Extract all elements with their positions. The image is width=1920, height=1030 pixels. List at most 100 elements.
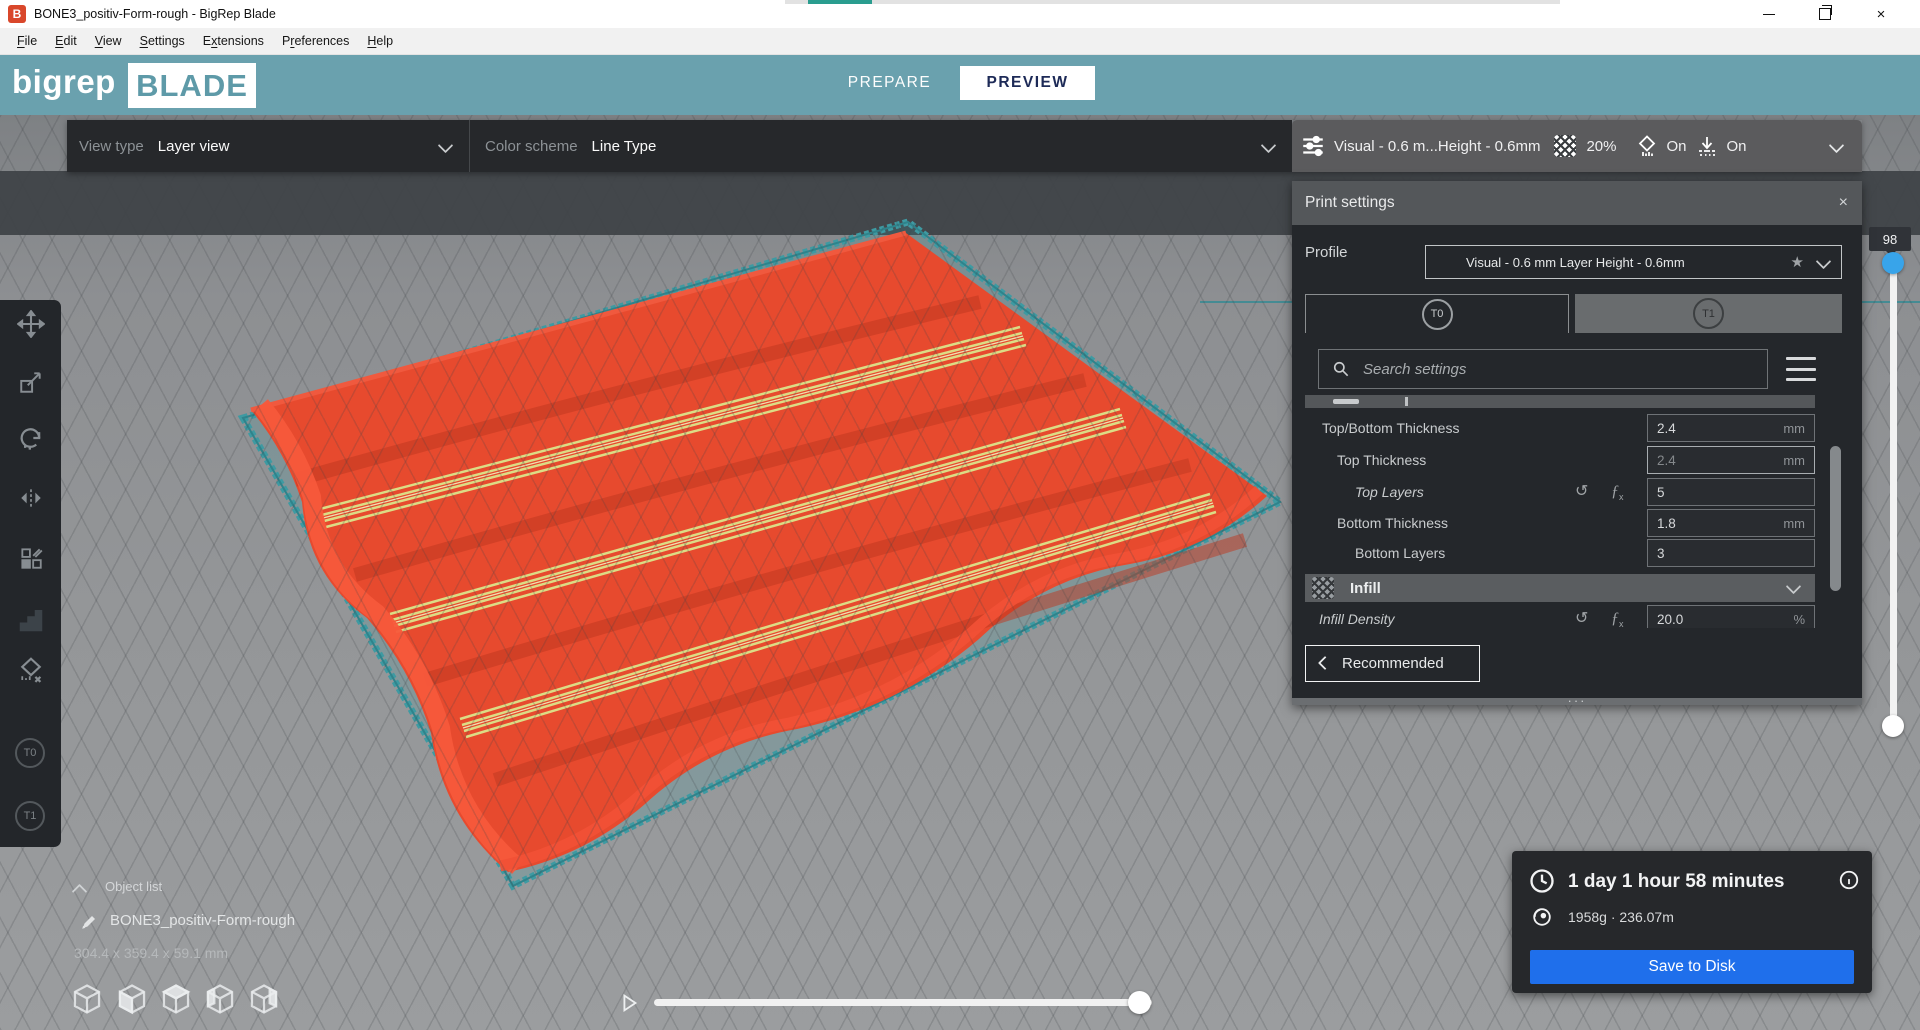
panel-resize-handle[interactable]: ··· [1292, 698, 1862, 705]
menu-preferences[interactable]: Preferences [273, 28, 358, 55]
settings-scrollbar[interactable] [1830, 446, 1841, 591]
function-icon[interactable]: ƒx [1611, 604, 1624, 628]
close-button[interactable]: × [1858, 0, 1904, 28]
layer-slider-bottom-handle[interactable] [1882, 715, 1904, 737]
save-to-disk-button[interactable]: Save to Disk [1530, 950, 1854, 984]
print-time-estimate: 1 day 1 hour 58 minutes [1568, 871, 1784, 893]
setting-value-field[interactable]: 3 [1647, 539, 1815, 567]
layer-slider-top-handle[interactable] [1882, 252, 1904, 274]
setting-value-field[interactable]: 1.8 mm [1647, 509, 1815, 537]
chevron-down-icon [440, 138, 451, 155]
model-ridge-shading [295, 302, 1245, 780]
restore-button[interactable] [1802, 0, 1848, 28]
sliced-model-preview[interactable] [205, 210, 1305, 910]
setting-unit: mm [1783, 453, 1805, 468]
setting-label: Bottom Layers [1355, 538, 1445, 568]
app-icon: B [8, 5, 26, 23]
mirror-tool-icon[interactable] [16, 483, 46, 513]
infill-section-label: Infill [1350, 580, 1381, 597]
object-name[interactable]: BONE3_positiv-Form-rough [110, 912, 295, 929]
support-icon [1635, 134, 1659, 158]
revert-icon[interactable]: ↺ [1575, 477, 1588, 507]
animation-scrubber-track[interactable] [654, 999, 1152, 1006]
chevron-down-icon [1818, 255, 1829, 270]
infill-section-header[interactable]: Infill [1305, 574, 1815, 602]
view-front-icon[interactable] [115, 982, 149, 1016]
setting-value-field[interactable]: 2.4 mm [1647, 414, 1815, 442]
search-input[interactable] [1361, 360, 1767, 379]
section-tick-fragment [1405, 397, 1408, 406]
bigrep-logo-text: bigrep [12, 63, 116, 101]
tab-preview[interactable]: PREVIEW [960, 66, 1095, 100]
profile-label: Profile [1305, 236, 1348, 270]
recommended-label: Recommended [1342, 655, 1444, 672]
object-list-label[interactable]: Object list [105, 879, 162, 894]
move-tool-icon[interactable] [16, 309, 46, 339]
menu-file[interactable]: File [8, 28, 46, 55]
print-settings-header: Print settings × [1292, 181, 1862, 225]
menu-extensions[interactable]: Extensions [194, 28, 273, 55]
settings-scroll-area[interactable]: Top/Bottom Thickness 2.4 mm Top Thicknes… [1292, 395, 1830, 628]
chevron-left-icon [1320, 655, 1330, 672]
star-icon[interactable]: ★ [1791, 253, 1804, 271]
setting-unit: % [1793, 612, 1805, 627]
setting-value: 1.8 [1657, 516, 1783, 531]
close-icon: × [1877, 7, 1886, 22]
print-settings-summary[interactable]: Visual - 0.6 m...Height - 0.6mm 20% On O… [1292, 120, 1862, 172]
info-icon[interactable] [1838, 869, 1860, 891]
rotate-tool-icon[interactable] [16, 423, 46, 453]
menu-settings[interactable]: Settings [131, 28, 194, 55]
summary-adhesion-state: On [1727, 138, 1747, 155]
extruder-tab-t1[interactable]: T1 [1575, 294, 1842, 333]
profile-select[interactable]: Visual - 0.6 mm Layer Height - 0.6mm ★ [1425, 245, 1842, 279]
color-scheme-dropdown[interactable]: Color scheme Line Type [470, 120, 1292, 172]
function-icon[interactable]: ƒx [1611, 477, 1624, 507]
setting-value-field[interactable]: 2.4 mm [1647, 446, 1815, 474]
view-type-dropdown[interactable]: View type Layer view [67, 120, 470, 172]
settings-menu-icon[interactable] [1786, 357, 1816, 381]
layer-slider-track[interactable] [1890, 262, 1897, 727]
print-settings-title: Print settings [1305, 194, 1395, 212]
view-right-icon[interactable] [247, 982, 281, 1016]
extruder-t1-button[interactable]: T1 [15, 801, 45, 831]
summary-profile-text: Visual - 0.6 m...Height - 0.6mm [1334, 138, 1540, 155]
blade-logo-badge: BLADE [128, 63, 256, 108]
setting-row: Top Layers ↺ ƒx 5 [1305, 477, 1815, 507]
setting-label: Infill Density [1319, 604, 1394, 628]
view-3d-icon[interactable] [70, 982, 104, 1016]
restore-icon [1819, 8, 1831, 20]
raft-inner-line [243, 222, 1280, 886]
model-body [251, 233, 1267, 872]
extruder-t0-button[interactable]: T0 [15, 738, 45, 768]
setting-value-field[interactable]: 5 [1647, 478, 1815, 506]
panel-close-icon[interactable]: × [1839, 194, 1848, 212]
view-top-icon[interactable] [159, 982, 193, 1016]
extruder-tab-t0[interactable]: T0 [1305, 294, 1569, 333]
setting-value-field[interactable]: 20.0 % [1647, 605, 1815, 628]
settings-search[interactable] [1318, 349, 1768, 389]
view-left-icon[interactable] [203, 982, 237, 1016]
menu-view[interactable]: View [86, 28, 131, 55]
support-blocker-icon[interactable] [16, 655, 46, 685]
left-toolbar: T0 T1 [0, 300, 61, 847]
setting-row: Top Thickness 2.4 mm [1305, 445, 1815, 475]
recommended-button[interactable]: Recommended [1305, 645, 1480, 682]
menu-help[interactable]: Help [358, 28, 402, 55]
minimize-button[interactable] [1746, 0, 1792, 28]
menu-bar: FileEditViewSettingsExtensionsPreference… [0, 28, 1920, 55]
setting-label: Bottom Thickness [1337, 508, 1448, 538]
minimize-icon [1763, 14, 1775, 15]
tab-prepare[interactable]: PREPARE [822, 66, 957, 100]
chevron-down-icon [1263, 138, 1274, 155]
setting-value: 2.4 [1657, 421, 1783, 436]
steps-tool-icon[interactable] [16, 605, 46, 635]
object-list-toggle[interactable] [74, 884, 85, 902]
sliders-icon [1300, 133, 1326, 159]
setting-label: Top Layers [1355, 477, 1424, 507]
per-model-settings-icon[interactable] [16, 543, 46, 573]
play-button[interactable] [618, 992, 640, 1014]
animation-scrubber-handle[interactable] [1128, 991, 1151, 1014]
revert-icon[interactable]: ↺ [1575, 604, 1588, 628]
scale-tool-icon[interactable] [16, 367, 46, 397]
menu-edit[interactable]: Edit [46, 28, 86, 55]
